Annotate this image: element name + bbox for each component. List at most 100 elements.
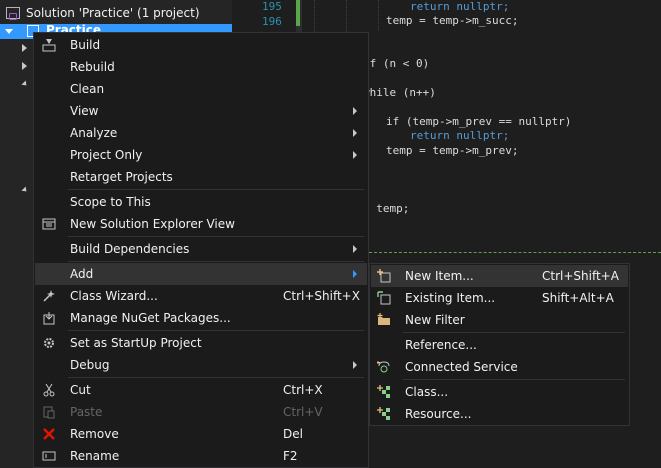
submenu-item-connected-service[interactable]: Connected Service bbox=[371, 356, 628, 378]
menu-item-clean[interactable]: Clean bbox=[35, 78, 367, 100]
menu-item-label: New Solution Explorer View bbox=[70, 217, 235, 231]
menu-item-paste[interactable]: Paste Ctrl+V bbox=[35, 401, 367, 423]
menu-item-shortcut: Ctrl+V bbox=[283, 405, 323, 419]
submenu-item-resource[interactable]: Resource... bbox=[371, 403, 628, 425]
menu-item-retarget-projects[interactable]: Retarget Projects bbox=[35, 166, 367, 188]
submenu-item-label: New Item... bbox=[405, 269, 474, 283]
menu-item-new-solution-explorer-view[interactable]: New Solution Explorer View bbox=[35, 213, 367, 235]
submenu-arrow-icon bbox=[353, 361, 357, 369]
class-icon bbox=[376, 384, 392, 400]
code-text: return nullptr; bbox=[410, 0, 510, 13]
submenu-item-label: New Filter bbox=[405, 313, 465, 327]
code-line: if (temp->m_prev == nullptr) bbox=[386, 115, 572, 128]
menu-item-remove[interactable]: Remove Del bbox=[35, 423, 367, 445]
menu-item-label: Analyze bbox=[70, 126, 118, 140]
resource-icon bbox=[376, 406, 392, 422]
submenu-item-label: Reference... bbox=[405, 338, 477, 352]
menu-separator bbox=[68, 261, 364, 262]
menu-item-label: Class Wizard... bbox=[70, 289, 158, 303]
new-item-icon bbox=[376, 268, 392, 284]
menu-item-class-wizard[interactable]: Class Wizard... Ctrl+Shift+X bbox=[35, 285, 367, 307]
code-line: if (n < 0) bbox=[363, 57, 429, 70]
menu-item-label: Clean bbox=[70, 82, 105, 96]
submenu-item-class[interactable]: Class... bbox=[371, 381, 628, 403]
menu-item-rename[interactable]: Rename F2 bbox=[35, 445, 367, 467]
connected-service-icon bbox=[376, 359, 392, 375]
submenu-item-shortcut: Ctrl+Shift+A bbox=[542, 269, 619, 283]
submenu-item-label: Resource... bbox=[405, 407, 472, 421]
menu-separator bbox=[403, 332, 625, 333]
menu-item-add[interactable]: Add bbox=[35, 263, 367, 285]
submenu-item-label: Connected Service bbox=[405, 360, 518, 374]
menu-item-build-dependencies[interactable]: Build Dependencies bbox=[35, 238, 367, 260]
paste-icon bbox=[41, 404, 57, 420]
submenu-item-reference[interactable]: Reference... bbox=[371, 334, 628, 356]
menu-item-label: Build bbox=[70, 38, 101, 52]
submenu-item-new-filter[interactable]: New Filter bbox=[371, 309, 628, 331]
menu-item-label: Build Dependencies bbox=[70, 242, 190, 256]
submenu-arrow-icon bbox=[353, 129, 357, 137]
menu-item-label: Rebuild bbox=[70, 60, 115, 74]
class-wizard-icon bbox=[41, 288, 57, 304]
code-line: return nullptr; bbox=[410, 0, 509, 13]
existing-item-icon bbox=[376, 290, 392, 306]
code-line: temp = temp->m_prev; bbox=[386, 144, 519, 157]
expand-arrow-icon[interactable] bbox=[22, 62, 27, 70]
line-number: 195 bbox=[262, 0, 282, 13]
solution-icon bbox=[6, 7, 20, 20]
menu-item-label: Cut bbox=[70, 383, 91, 397]
solution-node[interactable]: Solution 'Practice' (1 project) bbox=[0, 4, 232, 22]
menu-item-view[interactable]: View bbox=[35, 100, 367, 122]
menu-item-label: Rename bbox=[70, 449, 120, 463]
menu-item-rebuild[interactable]: Rebuild bbox=[35, 56, 367, 78]
menu-item-manage-nuget[interactable]: Manage NuGet Packages... bbox=[35, 307, 367, 329]
folder-icon bbox=[376, 312, 392, 328]
menu-item-label: Project Only bbox=[70, 148, 143, 162]
menu-separator bbox=[68, 236, 364, 237]
menu-separator bbox=[68, 189, 364, 190]
menu-item-label: Retarget Projects bbox=[70, 170, 173, 184]
nuget-icon bbox=[41, 310, 57, 326]
menu-item-label: Add bbox=[70, 267, 94, 281]
submenu-item-new-item[interactable]: New Item... Ctrl+Shift+A bbox=[371, 265, 628, 287]
menu-item-set-as-startup[interactable]: Set as StartUp Project bbox=[35, 332, 367, 354]
submenu-arrow-icon bbox=[353, 107, 357, 115]
submenu-item-label: Existing Item... bbox=[405, 291, 496, 305]
submenu-item-existing-item[interactable]: Existing Item... Shift+Alt+A bbox=[371, 287, 628, 309]
menu-item-shortcut: Ctrl+Shift+X bbox=[283, 289, 360, 303]
menu-item-label: Manage NuGet Packages... bbox=[70, 311, 231, 325]
code-text: while (n++) bbox=[363, 86, 436, 99]
submenu-arrow-icon bbox=[353, 151, 357, 159]
menu-item-debug[interactable]: Debug bbox=[35, 354, 367, 376]
menu-item-label: Paste bbox=[70, 405, 103, 419]
menu-item-analyze[interactable]: Analyze bbox=[35, 122, 367, 144]
menu-item-scope-to-this[interactable]: Scope to This bbox=[35, 191, 367, 213]
expand-arrow-icon[interactable] bbox=[5, 29, 13, 34]
menu-item-cut[interactable]: Cut Ctrl+X bbox=[35, 379, 367, 401]
indent-guide bbox=[378, 0, 379, 30]
code-line: while (n++) bbox=[363, 86, 436, 99]
menu-item-project-only[interactable]: Project Only bbox=[35, 144, 367, 166]
remove-icon bbox=[41, 426, 57, 442]
submenu-arrow-icon bbox=[353, 270, 357, 278]
menu-item-build[interactable]: Build bbox=[35, 34, 367, 56]
solution-title: Solution 'Practice' (1 project) bbox=[26, 6, 200, 20]
add-submenu: New Item... Ctrl+Shift+A Existing Item..… bbox=[369, 263, 630, 426]
menu-item-label: View bbox=[70, 104, 99, 118]
context-menu: Build Rebuild Clean View Analyze Project… bbox=[33, 32, 369, 468]
menu-item-shortcut: Del bbox=[283, 427, 303, 441]
code-line: return nullptr; bbox=[410, 129, 510, 142]
rename-icon bbox=[41, 448, 57, 464]
menu-separator bbox=[403, 379, 625, 380]
menu-separator bbox=[68, 330, 364, 331]
code-line: n temp; bbox=[363, 202, 410, 215]
expand-arrow-icon[interactable] bbox=[22, 44, 27, 52]
menu-separator bbox=[68, 377, 364, 378]
scissors-icon bbox=[41, 382, 57, 398]
submenu-arrow-icon bbox=[353, 245, 357, 253]
change-indicator bbox=[296, 0, 300, 26]
build-icon bbox=[41, 37, 57, 53]
menu-item-label: Remove bbox=[70, 427, 119, 441]
line-number: 196 bbox=[262, 15, 282, 28]
menu-item-label: Set as StartUp Project bbox=[70, 336, 202, 350]
